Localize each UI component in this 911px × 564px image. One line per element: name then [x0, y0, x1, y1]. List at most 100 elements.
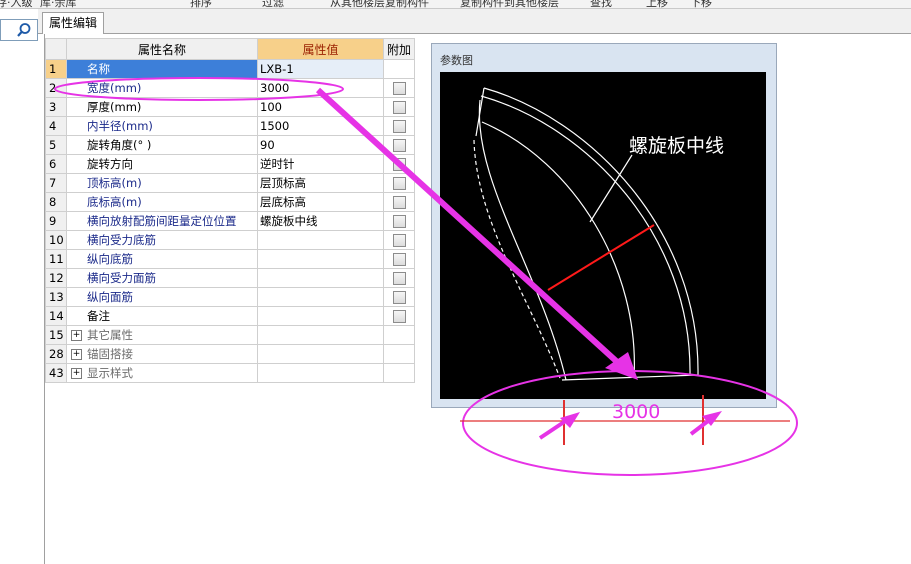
property-value-cell[interactable]: 层顶标高 [257, 173, 384, 193]
table-row[interactable]: 14 备注 [45, 306, 415, 326]
property-value-cell[interactable]: 层底标高 [257, 192, 384, 212]
table-row[interactable]: 6 旋转方向 逆时针 [45, 154, 415, 174]
property-name-cell[interactable]: 名称 [66, 59, 258, 79]
property-value-cell[interactable] [257, 306, 384, 326]
property-value-cell[interactable]: 3000 [257, 78, 384, 98]
group-name-cell[interactable]: + 其它属性 [66, 325, 258, 345]
attach-cell [383, 363, 415, 383]
property-name-cell[interactable]: 横向受力底筋 [66, 230, 258, 250]
property-value-cell[interactable] [257, 268, 384, 288]
toolbar: 存·入级 库·余库 排序 过滤 从其他楼层复制构件 复制构件到其他楼层 查找 上… [0, 0, 911, 9]
property-name-cell[interactable]: 横向受力面筋 [66, 268, 258, 288]
expand-plus-icon[interactable]: + [71, 330, 82, 341]
tab-property-editor[interactable]: 属性编辑 [42, 12, 105, 34]
expand-plus-icon[interactable]: + [71, 368, 82, 379]
toolbar-item-filter[interactable]: 过滤 [262, 0, 284, 8]
group-label: 锚固搭接 [87, 347, 133, 361]
toolbar-item-0[interactable]: 存·入级 [0, 0, 33, 8]
property-value-cell[interactable]: 90 [257, 135, 384, 155]
attach-checkbox[interactable] [392, 215, 406, 228]
property-value-cell[interactable]: 1500 [257, 116, 384, 136]
table-row[interactable]: 3 厚度(mm) 100 [45, 97, 415, 117]
attach-cell [383, 116, 415, 136]
attach-checkbox[interactable] [392, 82, 406, 95]
attach-header[interactable]: 附加 [383, 38, 415, 60]
attach-cell [383, 192, 415, 212]
property-value-cell[interactable]: 逆时针 [257, 154, 384, 174]
property-name-cell[interactable]: 旋转角度(° ) [66, 135, 258, 155]
table-row[interactable]: 1 名称 LXB-1 [45, 59, 415, 79]
attach-checkbox[interactable] [392, 253, 406, 266]
property-name-cell[interactable]: 旋转方向 [66, 154, 258, 174]
group-name-cell[interactable]: + 显示样式 [66, 363, 258, 383]
search-input[interactable] [0, 19, 38, 41]
group-label: 显示样式 [87, 366, 133, 380]
attach-checkbox[interactable] [392, 177, 406, 190]
property-value-cell[interactable] [257, 230, 384, 250]
toolbar-item-find[interactable]: 查找 [590, 0, 612, 8]
property-name-cell[interactable]: 宽度(mm) [66, 78, 258, 98]
attach-checkbox[interactable] [392, 272, 406, 285]
property-name-cell[interactable]: 纵向面筋 [66, 287, 258, 307]
toolbar-item-copy-to[interactable]: 复制构件到其他楼层 [460, 0, 559, 8]
row-number: 8 [45, 192, 67, 212]
property-name-cell[interactable]: 底标高(m) [66, 192, 258, 212]
group-row[interactable]: 28 + 锚固搭接 [45, 344, 415, 364]
table-row[interactable]: 5 旋转角度(° ) 90 [45, 135, 415, 155]
table-row[interactable]: 4 内半径(mm) 1500 [45, 116, 415, 136]
property-value-cell[interactable]: LXB-1 [257, 59, 384, 79]
attach-checkbox[interactable] [392, 101, 406, 114]
row-number: 2 [45, 78, 67, 98]
toolbar-item-move-down[interactable]: 下移 [690, 0, 712, 8]
group-row[interactable]: 15 + 其它属性 [45, 325, 415, 345]
property-name-cell[interactable]: 内半径(mm) [66, 116, 258, 136]
group-name-cell[interactable]: + 锚固搭接 [66, 344, 258, 364]
attach-checkbox[interactable] [392, 310, 406, 323]
attach-checkbox[interactable] [392, 291, 406, 304]
row-number: 13 [45, 287, 67, 307]
property-value-cell[interactable]: 100 [257, 97, 384, 117]
property-name-cell[interactable]: 厚度(mm) [66, 97, 258, 117]
row-number: 14 [45, 306, 67, 326]
row-number-header [45, 38, 67, 60]
property-value-cell[interactable] [257, 287, 384, 307]
table-row[interactable]: 7 顶标高(m) 层顶标高 [45, 173, 415, 193]
attach-cell [383, 211, 415, 231]
search-icon[interactable] [15, 22, 33, 38]
table-row[interactable]: 9 横向放射配筋间距量定位位置 螺旋板中线 [45, 211, 415, 231]
property-value-header[interactable]: 属性值 [257, 38, 384, 60]
row-number: 4 [45, 116, 67, 136]
table-row[interactable]: 13 纵向面筋 [45, 287, 415, 307]
toolbar-item-copy-from[interactable]: 从其他楼层复制构件 [330, 0, 429, 8]
property-name-cell[interactable]: 顶标高(m) [66, 173, 258, 193]
property-name-cell[interactable]: 备注 [66, 306, 258, 326]
toolbar-item-move-up[interactable]: 上移 [646, 0, 668, 8]
expand-plus-icon[interactable]: + [71, 349, 82, 360]
grid-header-row: 属性名称 属性值 附加 [45, 38, 415, 60]
property-value-cell[interactable]: 螺旋板中线 [257, 211, 384, 231]
toolbar-item-sort[interactable]: 排序 [190, 0, 212, 8]
attach-checkbox[interactable] [392, 158, 406, 171]
row-number: 1 [45, 59, 67, 79]
property-name-header[interactable]: 属性名称 [66, 38, 258, 60]
attach-checkbox[interactable] [392, 139, 406, 152]
row-number: 9 [45, 211, 67, 231]
table-row[interactable]: 11 纵向底筋 [45, 249, 415, 269]
property-name-cell[interactable]: 横向放射配筋间距量定位位置 [66, 211, 258, 231]
attach-checkbox[interactable] [392, 120, 406, 133]
attach-cell [383, 78, 415, 98]
table-row[interactable]: 10 横向受力底筋 [45, 230, 415, 250]
table-row[interactable]: 12 横向受力面筋 [45, 268, 415, 288]
toolbar-item-1[interactable]: 库·余库 [40, 0, 77, 8]
attach-cell [383, 173, 415, 193]
attach-checkbox[interactable] [392, 196, 406, 209]
attach-cell [383, 154, 415, 174]
group-row[interactable]: 43 + 显示样式 [45, 363, 415, 383]
attach-checkbox[interactable] [392, 234, 406, 247]
table-row[interactable]: 8 底标高(m) 层底标高 [45, 192, 415, 212]
table-row[interactable]: 2 宽度(mm) 3000 [45, 78, 415, 98]
property-value-cell[interactable] [257, 249, 384, 269]
property-name-cell[interactable]: 纵向底筋 [66, 249, 258, 269]
parameter-diagram-panel: 参数图 [431, 43, 777, 408]
attach-cell [383, 59, 415, 79]
